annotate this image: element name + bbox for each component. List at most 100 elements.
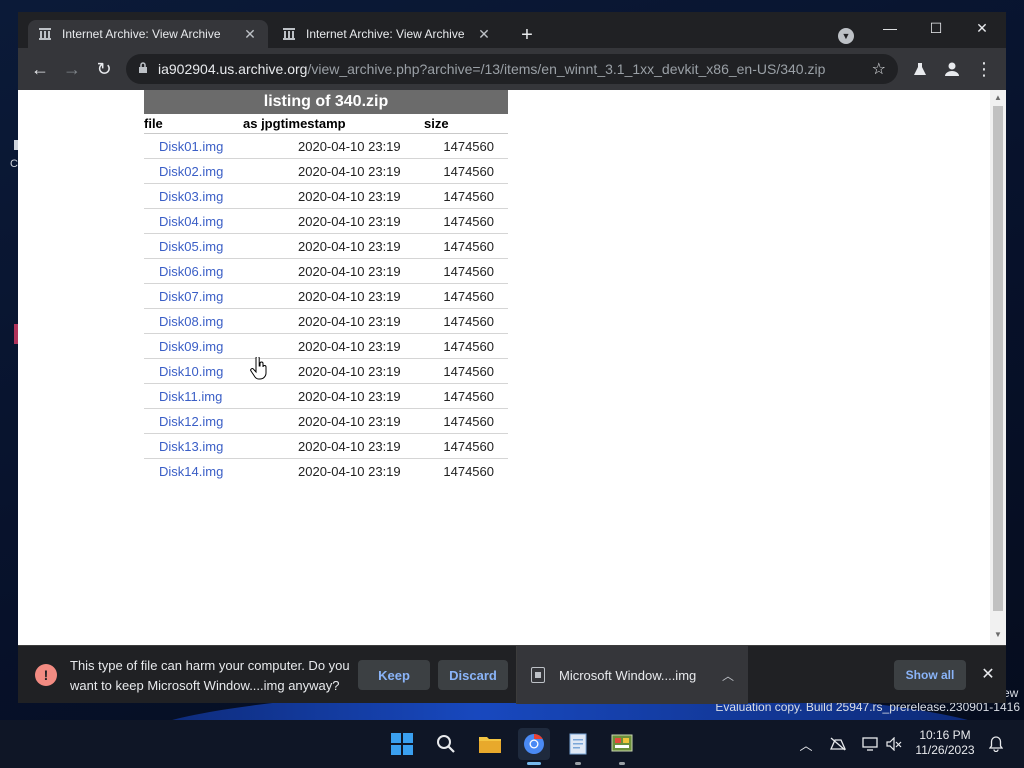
file-link[interactable]: Disk09.img [144, 339, 298, 354]
file-explorer-icon[interactable] [474, 728, 506, 760]
file-link[interactable]: Disk03.img [144, 189, 298, 204]
close-icon[interactable]: ✕ [476, 26, 492, 42]
table-row: Disk04.img 2020-04-10 23:19 1474560 [144, 209, 508, 234]
file-link[interactable]: Disk08.img [144, 314, 298, 329]
timestamp-cell: 2020-04-10 23:19 [298, 263, 401, 279]
file-link[interactable]: Disk04.img [144, 214, 298, 229]
browser-toolbar: ← → ↻ ia902904.us.archive.org /view_arch… [18, 48, 1006, 90]
discard-button[interactable]: Discard [438, 660, 508, 690]
show-all-button[interactable]: Show all [894, 660, 966, 690]
download-warning-text: This type of file can harm your computer… [70, 658, 350, 693]
timestamp-cell: 2020-04-10 23:19 [298, 138, 401, 154]
reload-icon[interactable]: ↻ [92, 57, 116, 81]
control-panel-app-icon[interactable] [606, 728, 638, 760]
scroll-down-arrow-icon[interactable]: ▼ [994, 630, 1002, 639]
warning-icon: ! [35, 664, 57, 686]
url-path: /view_archive.php?archive=/13/items/en_w… [307, 61, 826, 77]
close-icon[interactable]: ✕ [242, 26, 258, 42]
size-cell: 1474560 [443, 464, 494, 479]
download-file-name: Microsoft Window....img [559, 667, 697, 683]
file-link[interactable]: Disk05.img [144, 239, 298, 254]
size-cell: 1474560 [443, 288, 494, 304]
search-icon[interactable] [430, 728, 462, 760]
scrollbar-thumb[interactable] [993, 106, 1003, 611]
running-app-indicator [619, 762, 625, 765]
column-header-as-jpg-timestamp: as jpgtimestamp [243, 116, 424, 131]
table-body: Disk01.img 2020-04-10 23:19 1474560 Disk02.… [144, 134, 508, 484]
timestamp-cell: 2020-04-10 23:19 [298, 163, 401, 179]
size-cell: 1474560 [443, 163, 494, 179]
archive-icon [38, 27, 52, 41]
file-link[interactable]: Disk13.img [144, 439, 298, 454]
listing-title: listing of 340.zip [144, 90, 508, 114]
tab-inactive[interactable]: Internet Archive: View Archive ✕ [272, 20, 502, 48]
table-row: Disk08.img 2020-04-10 23:19 1474560 [144, 309, 508, 334]
timestamp-cell: 2020-04-10 23:19 [298, 313, 401, 329]
file-link[interactable]: Disk02.img [144, 164, 298, 179]
timestamp-cell: 2020-04-10 23:19 [298, 338, 401, 354]
lock-icon[interactable] [138, 61, 148, 77]
url-host: ia902904.us.archive.org [158, 61, 308, 77]
archive-icon [282, 27, 296, 41]
running-app-indicator [575, 762, 581, 765]
size-cell: 1474560 [443, 363, 494, 379]
chevron-up-icon[interactable]: ︿ [722, 667, 734, 684]
timestamp-cell: 2020-04-10 23:19 [298, 464, 401, 479]
chevron-up-icon[interactable]: ︿ [796, 734, 816, 754]
window-close-button[interactable]: ✕ [962, 16, 1002, 40]
profile-avatar-icon[interactable] [942, 59, 962, 79]
column-header-file: file [144, 116, 163, 131]
minimize-button[interactable]: — [870, 16, 910, 40]
file-link[interactable]: Disk12.img [144, 414, 298, 429]
taskbar-clock[interactable]: 10:16 PM 11/26/2023 [912, 728, 978, 758]
table-row: Disk07.img 2020-04-10 23:19 1474560 [144, 284, 508, 309]
back-arrow-icon[interactable]: ← [28, 57, 52, 81]
scroll-up-arrow-icon[interactable]: ▲ [994, 93, 1002, 102]
archive-listing-table: listing of 340.zip file as jpgtimestamp … [144, 90, 508, 484]
chrome-icon[interactable] [518, 728, 550, 760]
table-row: Disk06.img 2020-04-10 23:19 1474560 [144, 259, 508, 284]
address-bar[interactable]: ia902904.us.archive.org /view_archive.ph… [126, 54, 898, 84]
size-cell: 1474560 [443, 138, 494, 154]
maximize-button[interactable]: ☐ [916, 16, 956, 40]
size-cell: 1474560 [443, 238, 494, 254]
tab-active[interactable]: Internet Archive: View Archive ✕ [28, 20, 268, 48]
table-row: Disk09.img 2020-04-10 23:19 1474560 [144, 334, 508, 359]
timestamp-cell: 2020-04-10 23:19 [298, 213, 401, 229]
file-link[interactable]: Disk01.img [144, 139, 298, 154]
file-link[interactable]: Disk07.img [144, 289, 298, 304]
new-tab-button[interactable]: + [516, 24, 538, 46]
column-header-timestamp: timestamp [280, 116, 346, 131]
table-row: Disk14.img 2020-04-10 23:19 1474560 [144, 459, 508, 484]
column-header-as-jpg: as jpg [243, 116, 281, 131]
keep-button[interactable]: Keep [358, 660, 430, 690]
file-link[interactable]: Disk14.img [144, 464, 298, 479]
file-link[interactable]: Disk11.img [144, 389, 298, 404]
forward-arrow-icon[interactable]: → [60, 57, 84, 81]
file-link[interactable]: Disk10.img [144, 364, 298, 379]
size-cell: 1474560 [443, 388, 494, 404]
close-icon[interactable]: ✕ [978, 664, 998, 684]
labs-flask-icon[interactable] [910, 59, 930, 79]
table-row: Disk10.img 2020-04-10 23:19 1474560 [144, 359, 508, 384]
size-cell: 1474560 [443, 413, 494, 429]
tab-strip: Internet Archive: View Archive ✕ Interne… [18, 12, 1006, 48]
kebab-menu-icon[interactable]: ⋮ [974, 59, 994, 79]
file-link[interactable]: Disk06.img [144, 264, 298, 279]
notepad-app-icon[interactable] [562, 728, 594, 760]
tab-search-icon[interactable]: ▼ [838, 28, 854, 44]
table-row: Disk03.img 2020-04-10 23:19 1474560 [144, 184, 508, 209]
timestamp-cell: 2020-04-10 23:19 [298, 388, 401, 404]
network-disconnected-icon[interactable] [828, 734, 848, 754]
volume-muted-icon[interactable] [884, 734, 904, 754]
table-row: Disk02.img 2020-04-10 23:19 1474560 [144, 159, 508, 184]
download-item[interactable]: Microsoft Window....img ︿ [516, 646, 748, 704]
table-row: Disk01.img 2020-04-10 23:19 1474560 [144, 134, 508, 159]
size-cell: 1474560 [443, 438, 494, 454]
vertical-scrollbar[interactable]: ▲ ▼ [990, 90, 1006, 645]
table-header: file as jpgtimestamp size [144, 114, 508, 134]
windows-start-icon[interactable] [386, 728, 418, 760]
bookmark-star-icon[interactable]: ☆ [872, 59, 886, 79]
display-icon[interactable] [860, 734, 880, 754]
notification-bell-icon[interactable] [986, 734, 1006, 754]
